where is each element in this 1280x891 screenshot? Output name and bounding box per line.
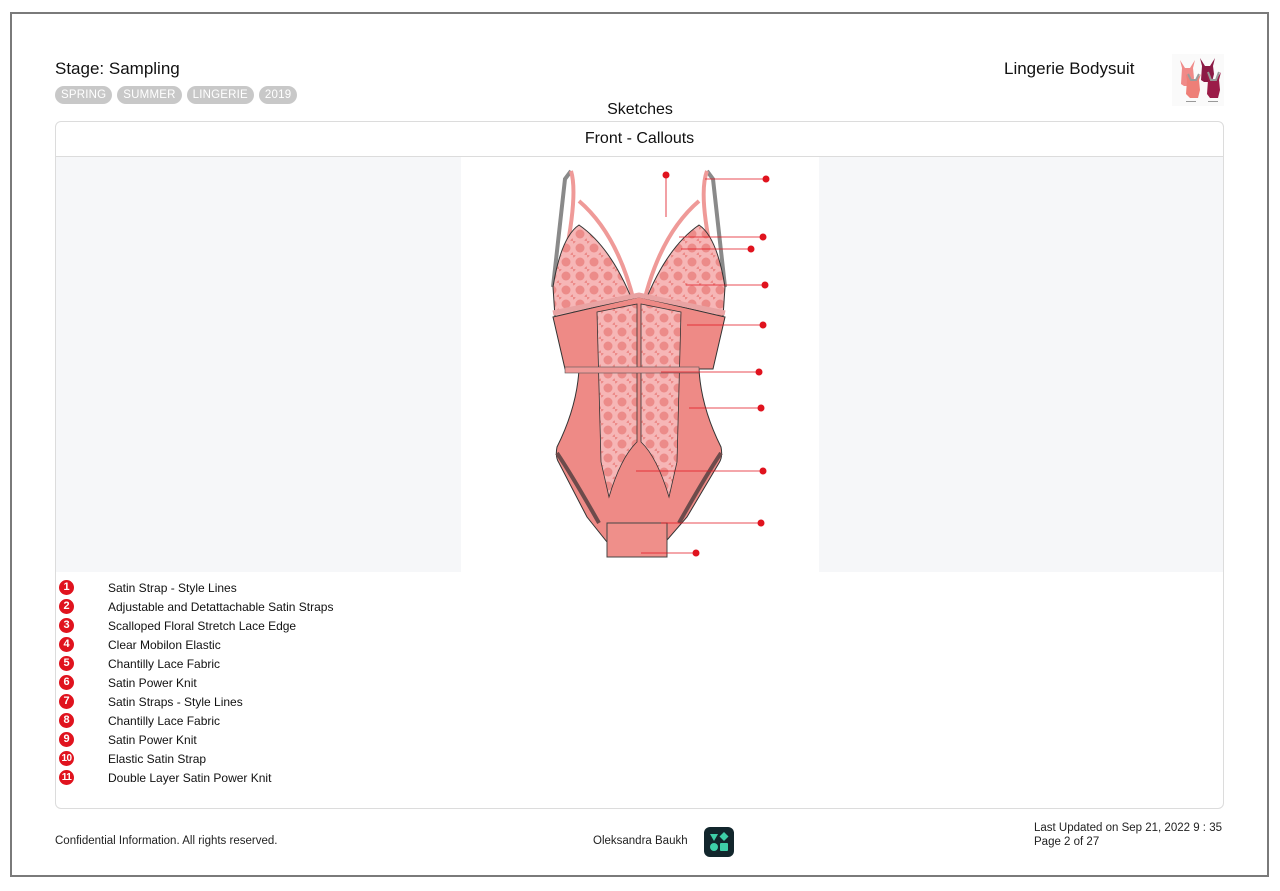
product-title: Lingerie Bodysuit xyxy=(1004,59,1135,78)
stage-title: Stage: Sampling xyxy=(55,59,180,78)
callout-number-badge: 7 xyxy=(59,694,74,709)
callout-label: Clear Mobilon Elastic xyxy=(108,637,221,652)
callout-label: Satin Power Knit xyxy=(108,675,197,690)
callout-number-badge: 4 xyxy=(59,637,74,652)
section-title: Sketches xyxy=(607,101,673,118)
page-number: Page 2 of 27 xyxy=(1034,836,1100,848)
bodysuit-sketch-illustration xyxy=(551,169,770,558)
callout-number-badge: 6 xyxy=(59,675,74,690)
callout-number-badge: 5 xyxy=(59,656,74,671)
bodysuit-thumbnail-icon xyxy=(1180,58,1221,102)
callout-label: Satin Strap - Style Lines xyxy=(108,580,237,595)
author-name: Oleksandra Baukh xyxy=(593,835,688,847)
callout-label: Scalloped Floral Stretch Lace Edge xyxy=(108,618,297,633)
callout-number-badge: 1 xyxy=(59,580,74,595)
callout-label: Satin Power Knit xyxy=(108,732,197,747)
callout-label: Chantilly Lace Fabric xyxy=(108,656,221,671)
callout-label: Double Layer Satin Power Knit xyxy=(108,770,272,785)
last-updated: Last Updated on Sep 21, 2022 9 : 35 xyxy=(1034,822,1222,834)
sketch-area xyxy=(56,157,1223,572)
callout-number-badge: 3 xyxy=(59,618,74,633)
product-thumbnail[interactable] xyxy=(1172,54,1224,106)
shapes-logo-icon xyxy=(710,832,729,851)
callout-number-badge: 8 xyxy=(59,713,74,728)
brand-logo xyxy=(704,827,734,857)
bodysuit-sketch-image[interactable] xyxy=(461,157,819,572)
callout-label: Satin Straps - Style Lines xyxy=(108,694,243,709)
callout-number-badge: 11 xyxy=(59,770,74,785)
callout-label: Chantilly Lace Fabric xyxy=(108,713,221,728)
confidential-notice: Confidential Information. All rights res… xyxy=(55,835,278,847)
sketch-card: Front - Callouts 1 Satin Strap - Style L… xyxy=(55,121,1224,809)
card-title: Front - Callouts xyxy=(56,122,1223,157)
callout-number-badge: 10 xyxy=(59,751,74,766)
callout-label: Elastic Satin Strap xyxy=(108,751,207,766)
callout-number-badge: 2 xyxy=(59,599,74,614)
footer-meta: Last Updated on Sep 21, 2022 9 : 35 Page… xyxy=(1034,821,1222,849)
callout-number-badge: 9 xyxy=(59,732,74,747)
callout-label: Adjustable and Detattachable Satin Strap… xyxy=(108,599,334,614)
